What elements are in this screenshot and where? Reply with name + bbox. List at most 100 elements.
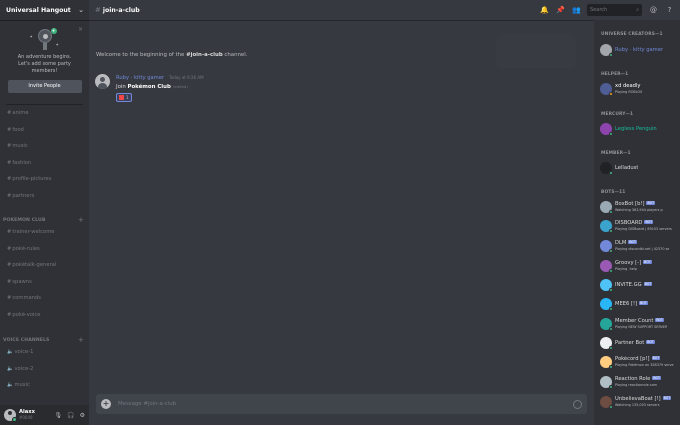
member-group-header: BOTS—11 xyxy=(601,190,626,195)
text-channel[interactable]: #fashion xyxy=(7,158,31,169)
help-icon[interactable]: ? xyxy=(665,6,674,14)
status-dot-icon xyxy=(609,53,613,57)
channel-header: # join-a-club 🔔 📌 👥 Search ⌕ @ ? xyxy=(89,0,680,20)
member-name: Ruby · kitty gamer xyxy=(615,47,663,53)
hash-icon: # xyxy=(7,262,12,268)
channel-name: anime xyxy=(12,110,29,116)
invite-people-button[interactable]: Invite People xyxy=(7,80,82,93)
message-body: Join Pokémon Club (edited) xyxy=(116,84,204,90)
gear-icon[interactable]: ⚙ xyxy=(80,412,85,419)
message-author[interactable]: Ruby · kitty gamer xyxy=(116,75,164,81)
member-group-header: UNIVERSE CREATORS—1 xyxy=(601,32,663,37)
avatar xyxy=(600,220,613,233)
microphone-icon[interactable]: 🎙 xyxy=(55,412,63,419)
user-tag: #0049 xyxy=(19,415,33,420)
avatar xyxy=(600,240,613,253)
text-channel[interactable]: #anime xyxy=(7,108,29,119)
bell-icon[interactable]: 🔔 xyxy=(540,6,549,14)
text-channel-icon: # xyxy=(95,6,101,14)
member-item[interactable]: Reaction Role BOT Playing reactionrole.com xyxy=(600,374,678,390)
edited-label: (edited) xyxy=(172,84,188,89)
member-activity: Playing DISBoard | 89103 servers xyxy=(615,227,672,231)
pin-icon[interactable]: 📌 xyxy=(556,6,565,14)
text-channel[interactable]: #food xyxy=(7,125,24,136)
server-header[interactable]: Universal Hangout ⌄ xyxy=(0,0,89,20)
text-channel[interactable]: #pokė-voice xyxy=(7,310,40,321)
text-channel[interactable]: #profile-pictures xyxy=(7,174,51,185)
member-name: MEE6 [!] BOT xyxy=(615,301,648,307)
search-input[interactable]: Search ⌕ xyxy=(587,4,642,16)
bot-badge: BOT xyxy=(655,318,664,322)
member-activity: Watching 363,944 players p xyxy=(615,208,663,212)
hash-icon: # xyxy=(7,278,12,285)
avatar[interactable] xyxy=(95,74,110,89)
bot-badge: BOT xyxy=(646,201,656,205)
mention-icon[interactable]: @ xyxy=(649,6,658,14)
close-icon[interactable]: × xyxy=(78,26,83,33)
upload-plus-icon[interactable]: + xyxy=(101,399,111,409)
satellite-illustration-icon: ✦ ✦ + xyxy=(30,28,60,52)
channel-name: music xyxy=(12,143,28,149)
add-channel-icon[interactable]: + xyxy=(78,216,84,224)
voice-channel[interactable]: 🔈voice-1 xyxy=(7,347,33,358)
members-icon[interactable]: 👥 xyxy=(572,6,581,14)
message-input[interactable] xyxy=(118,401,573,407)
member-item[interactable]: Ruby · kitty gamer xyxy=(600,42,678,58)
text-channel[interactable]: #trainer-welcome xyxy=(7,227,54,238)
member-item[interactable]: Lelladust xyxy=(600,160,678,176)
channel-category[interactable]: POKEMON CLUB + xyxy=(3,216,84,224)
welcome-channel: #join-a-club xyxy=(186,52,223,58)
avatar xyxy=(600,337,613,350)
status-dot-icon xyxy=(609,210,613,214)
text-channel[interactable]: #pokė-rules xyxy=(7,244,40,255)
message-text: Join xyxy=(116,84,128,90)
member-name: Lelladust xyxy=(615,165,638,171)
member-item[interactable]: DISBOARD BOT Playing DISBoard | 89103 serv… xyxy=(600,218,678,234)
member-item[interactable]: Partner Bot BOT xyxy=(600,335,678,351)
member-name-text: INVITE.GG xyxy=(615,282,642,288)
avatar xyxy=(600,356,613,369)
member-item[interactable]: Member Count BOT Playing NEW SUPPORT SERVE… xyxy=(600,316,678,332)
text-channel[interactable]: #commands xyxy=(7,293,41,304)
welcome-suffix: channel. xyxy=(222,52,248,58)
add-channel-icon[interactable]: + xyxy=(78,336,84,344)
member-item[interactable]: UnbelievaBoat [!] BOT Watching 135,003 ser… xyxy=(600,394,678,410)
member-item[interactable]: INVITE.GG BOT xyxy=(600,277,678,293)
member-name-text: Partner Bot xyxy=(615,340,645,346)
member-item[interactable]: xd deadly Playing ROBLOX xyxy=(600,81,678,97)
category-name: VOICE CHANNELS xyxy=(3,337,50,343)
channel-name: pokė-rules xyxy=(12,245,40,252)
avatar[interactable] xyxy=(4,409,17,422)
member-item[interactable]: Groovy [-] BOT Playing -help xyxy=(600,258,678,274)
member-activity: Watching 135,003 servers xyxy=(615,403,660,407)
member-name-text: Ruby · kitty gamer xyxy=(615,47,664,53)
member-name: INVITE.GG BOT xyxy=(615,282,653,288)
avatar xyxy=(600,279,613,292)
member-item[interactable]: Legless Penguin xyxy=(600,121,678,137)
bot-badge: BOT xyxy=(646,340,655,344)
headphones-icon[interactable]: 🎧 xyxy=(67,412,74,419)
voice-channel[interactable]: 🔈voice-2 xyxy=(7,364,33,375)
member-item[interactable]: BoxBot [b!] BOT Watching 363,944 players p xyxy=(600,199,678,215)
member-item[interactable]: DLM BOT Playing discordbl.net | 42370 se xyxy=(600,238,678,254)
text-channel[interactable]: #spawns xyxy=(7,277,32,288)
member-activity: Playing reactionrole.com xyxy=(615,383,657,387)
member-item[interactable]: MEE6 [!] BOT xyxy=(600,296,678,312)
member-activity: Playing Pokémon on 358379 serve xyxy=(615,363,674,367)
member-item[interactable]: Pokécord [p!] BOT Playing Pokémon on 35837… xyxy=(600,354,678,370)
text-channel[interactable]: #music xyxy=(7,141,28,152)
emoji-icon[interactable] xyxy=(573,399,582,409)
status-dot-icon xyxy=(609,346,613,350)
channel-category[interactable]: VOICE CHANNELS + xyxy=(3,336,84,344)
member-activity: Playing NEW SUPPORT SERVER xyxy=(615,325,668,329)
welcome-prefix: Welcome to the beginning of the xyxy=(96,52,187,58)
message: Ruby · kitty gamer Today at 9:26 AM Join… xyxy=(95,74,204,102)
status-dot-icon xyxy=(609,288,613,292)
reaction[interactable]: 1 xyxy=(116,93,132,102)
status-dot-icon xyxy=(609,405,613,409)
member-name-text: Legless Penguin xyxy=(615,126,657,132)
status-dot-icon xyxy=(609,307,613,311)
text-channel[interactable]: #partners xyxy=(7,191,34,202)
text-channel[interactable]: #pokėtalk-general xyxy=(7,260,56,271)
voice-channel[interactable]: 🔈music xyxy=(7,380,30,391)
